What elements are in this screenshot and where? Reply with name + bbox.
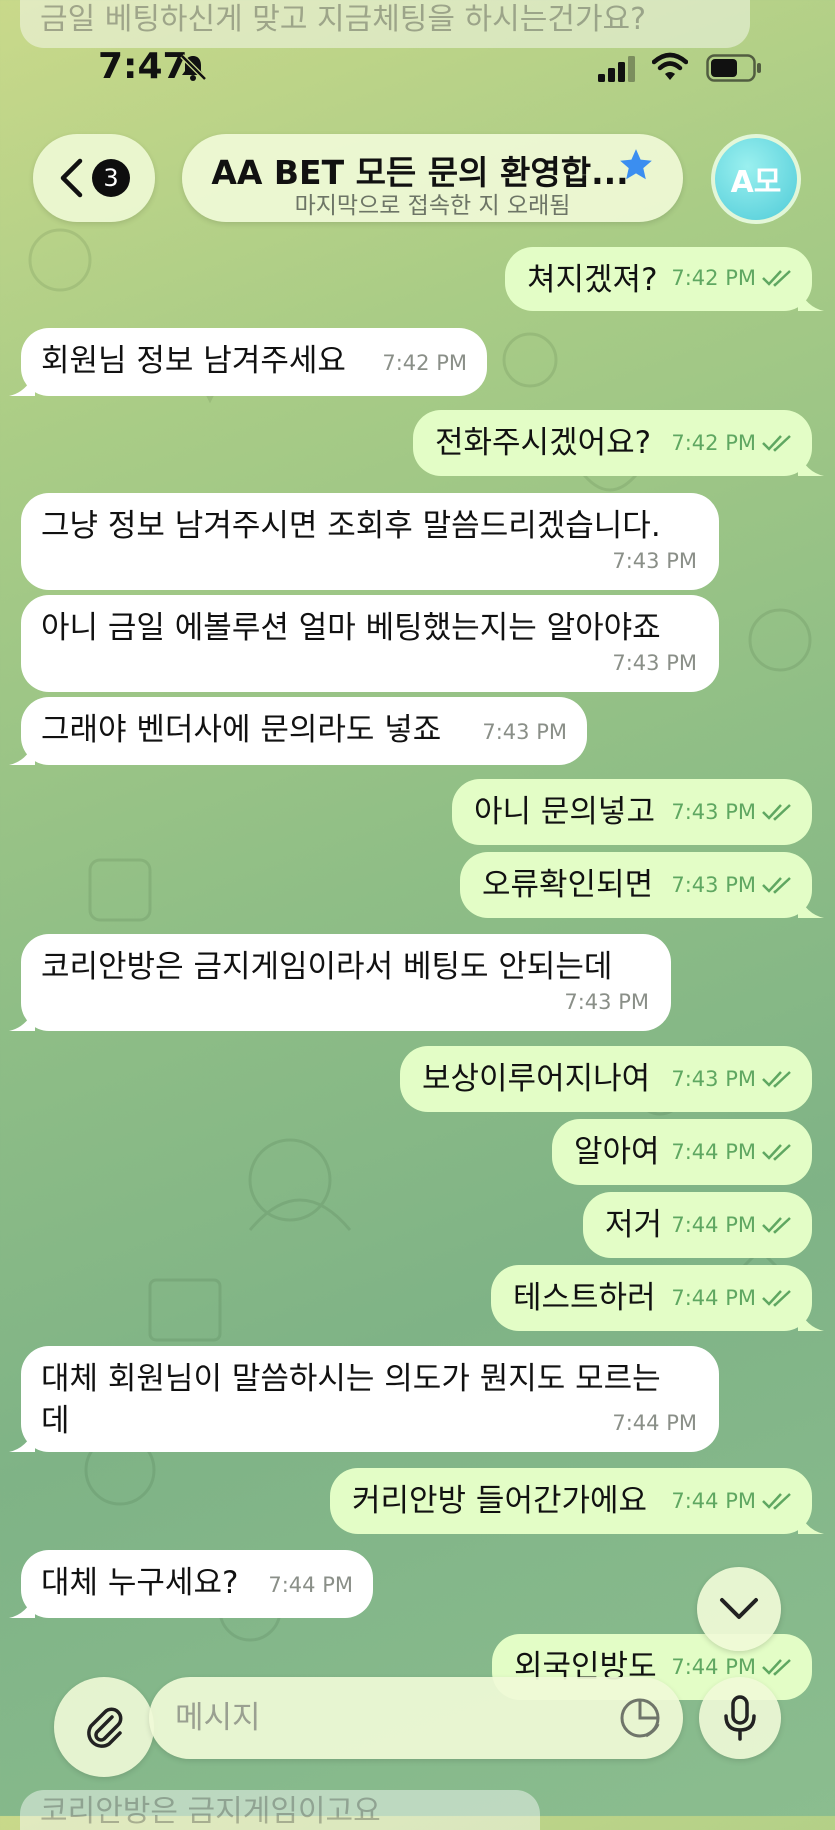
message-text: 대체 회원님이 말씀하시는 의도가 뭔지도 모르는 [41,1361,661,1397]
message-incoming[interactable]: 그냥 정보 남겨주시면 조회후 말씀드리겠습니다. 7:43 PM [21,493,719,590]
chevron-left-icon [60,158,83,198]
bubble-tail [9,1007,35,1031]
message-time: 7:44 PM [268,1573,353,1597]
message-input[interactable] [173,1691,597,1745]
back-button[interactable]: 3 [33,134,155,222]
message-incoming[interactable]: 아니 금일 에볼루션 얼마 베팅했는지는 알아야죠 7:43 PM [21,595,719,692]
bubble-tail [9,741,35,765]
message-incoming[interactable]: 회원님 정보 남겨주세요 7:42 PM [9,328,487,396]
message-text: 아니 금일 에볼루션 얼마 베팅했는지는 알아야죠 [41,610,661,646]
message-outgoing[interactable]: 아니 문의넣고 7:43 PM [452,779,812,845]
message-text: 저거 [605,1207,663,1243]
message-text: 테스트하러 [513,1280,656,1316]
message-time: 7:44 PM [671,1286,756,1310]
message-text-continued: 데 [41,1403,70,1439]
double-check-icon [762,1290,791,1307]
double-check-icon [762,1217,791,1234]
message-text: 그래야 벤더사에 문의라도 넣죠 [41,712,442,748]
paperclip-icon [87,1707,123,1748]
double-check-icon [762,270,791,287]
message-time: 7:42 PM [671,431,756,455]
message-text: 오류확인되면 [482,867,654,903]
status-time: 7:47 [98,46,188,87]
message-time: 7:43 PM [564,990,649,1014]
message-outgoing[interactable]: 오류확인되면 7:43 PM [460,852,824,918]
double-check-icon [762,1659,791,1676]
message-outgoing[interactable]: 테스트하러 7:44 PM [491,1265,824,1331]
message-outgoing[interactable]: 전화주시겠어요? 7:42 PM [413,410,824,476]
cellular-signal-icon [598,56,635,82]
bubble-tail [798,1510,824,1534]
message-input-container[interactable] [149,1677,683,1759]
message-text: 코리안방은 금지게임이라서 베팅도 안되는데 [41,949,613,985]
message-outgoing[interactable]: 알아여 7:44 PM [552,1119,812,1185]
message-text: 전화주시겠어요? [435,425,652,461]
double-check-icon [762,1493,791,1510]
message-text: 쳐지겠져? [527,262,658,298]
message-text: 알아여 [574,1134,660,1170]
microphone-button[interactable] [699,1677,781,1759]
message-text: 아니 문의넣고 [474,794,655,830]
status-bar: 7:47 [0,0,835,130]
message-incoming[interactable]: 대체 회원님이 말씀하시는 의도가 뭔지도 모르는 데 7:44 PM [9,1346,719,1452]
double-check-icon [762,435,791,452]
message-text: 그냥 정보 남겨주시면 조회후 말씀드리겠습니다. [41,508,661,544]
message-time: 7:43 PM [671,873,756,897]
double-check-icon [762,804,791,821]
message-time: 7:43 PM [482,720,567,744]
bubble-tail [798,452,824,476]
message-incoming[interactable]: 코리안방은 금지게임이라서 베팅도 안되는데 7:43 PM [9,934,671,1031]
message-outgoing[interactable]: 저거 7:44 PM [583,1192,812,1258]
microphone-icon [724,1695,756,1741]
bubble-tail [9,1428,35,1452]
bubble-tail [9,372,35,396]
message-text: 보상이루어지나여 [422,1061,651,1097]
attach-button[interactable] [54,1677,154,1777]
message-incoming[interactable]: 대체 누구세요? 7:44 PM [9,1550,373,1618]
bubble-tail [9,1594,35,1618]
message-time: 7:43 PM [671,1067,756,1091]
message-time: 7:43 PM [671,800,756,824]
unread-count-badge: 3 [92,159,130,197]
message-text: 커리안방 들어간가에요 [352,1483,648,1519]
wifi-icon [652,52,688,80]
battery-icon [706,54,761,82]
message-text: 대체 누구세요? [41,1565,239,1601]
bubble-tail [798,1307,824,1331]
bubble-tail [798,894,824,918]
chat-title-button[interactable]: AA BET 모든 문의 환영합... 마지막으로 접속한 지 오래됨 [182,134,683,222]
message-time: 7:43 PM [612,651,697,675]
message-text: 회원님 정보 남겨주세요 [41,343,346,379]
bubble-tail [798,287,824,311]
bell-off-icon [180,54,207,81]
double-check-icon [762,1071,791,1088]
message-outgoing[interactable]: 보상이루어지나여 7:43 PM [400,1046,812,1112]
message-time: 7:44 PM [671,1140,756,1164]
chat-subtitle: 마지막으로 접속한 지 오래됨 [294,193,571,219]
sticker-icon[interactable] [619,1697,661,1739]
chevron-down-icon [720,1598,758,1619]
message-time: 7:42 PM [382,351,467,375]
message-time: 7:44 PM [671,1213,756,1237]
message-outgoing[interactable]: 쳐지겠져? 7:42 PM [505,247,824,311]
scroll-to-bottom-button[interactable] [697,1567,781,1651]
avatar-initials: A모 [730,165,782,200]
faded-message-bottom: 코리안방은 금지게임이고요 [20,1790,540,1830]
avatar[interactable]: A모 [711,134,801,224]
message-incoming[interactable]: 그래야 벤더사에 문의라도 넣죠 7:43 PM [9,697,587,765]
double-check-icon [762,1144,791,1161]
message-time: 7:44 PM [671,1489,756,1513]
message-time: 7:43 PM [612,549,697,573]
double-check-icon [762,877,791,894]
message-time: 7:42 PM [671,266,756,290]
message-time: 7:44 PM [612,1411,697,1435]
star-icon [620,149,652,180]
message-outgoing[interactable]: 커리안방 들어간가에요 7:44 PM [330,1468,824,1534]
